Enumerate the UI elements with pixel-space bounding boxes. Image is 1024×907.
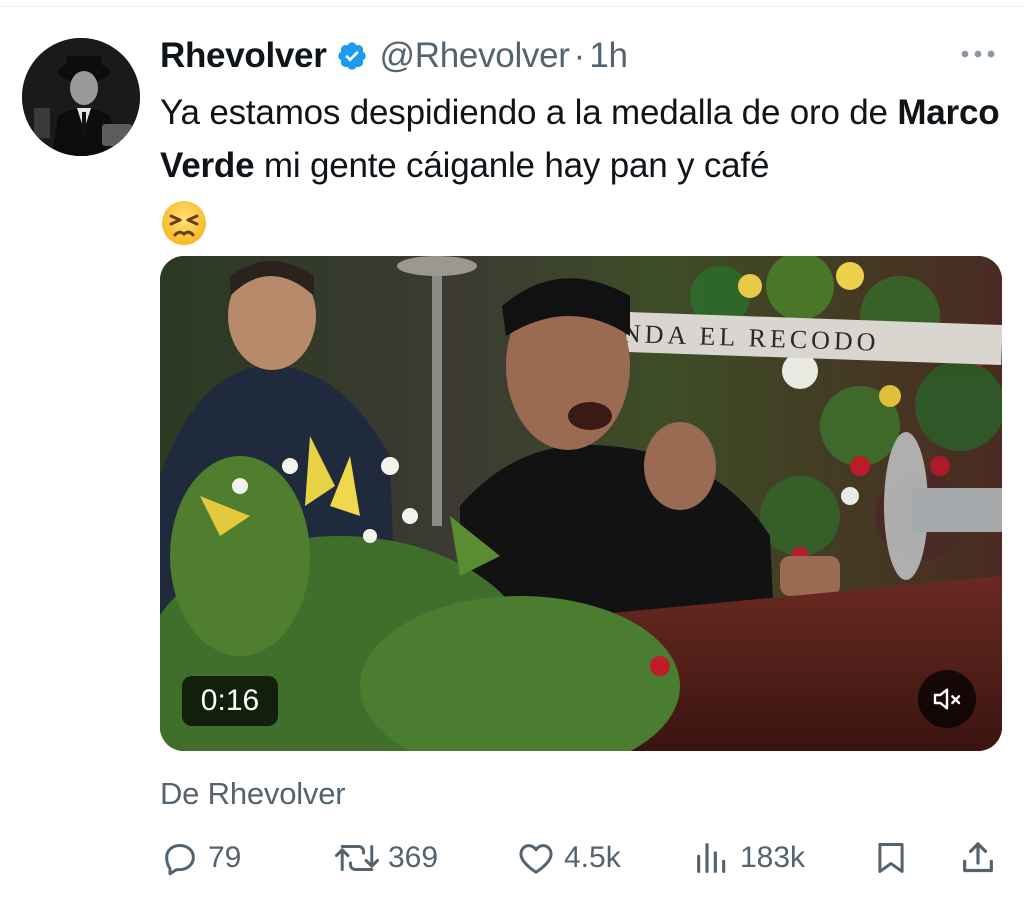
tweet-text: Ya estamos despidiendo a la medalla de o… bbox=[160, 86, 1010, 247]
mute-icon bbox=[933, 688, 961, 710]
tweet-header: Rhevolver @Rhevolver · 1h bbox=[160, 34, 628, 78]
avatar-image bbox=[22, 38, 140, 156]
like-icon bbox=[519, 844, 553, 874]
bookmark-icon bbox=[878, 843, 904, 873]
reply-button[interactable]: 79 bbox=[160, 830, 241, 886]
verified-badge-icon bbox=[337, 42, 366, 70]
display-name[interactable]: Rhevolver bbox=[160, 36, 327, 76]
avatar[interactable] bbox=[22, 38, 140, 156]
timestamp[interactable]: 1h bbox=[589, 36, 628, 76]
like-count: 4.5k bbox=[564, 841, 621, 874]
action-bar: 79 369 4.5k 183k bbox=[0, 830, 1024, 886]
more-button[interactable] bbox=[958, 40, 998, 68]
bookmark-button[interactable] bbox=[872, 830, 910, 886]
video-frame: NDA EL RECODO bbox=[160, 256, 1002, 751]
tweet-text-part2: mi gente cáiganle hay pan y café bbox=[254, 146, 770, 185]
separator-dot: · bbox=[573, 36, 586, 75]
like-button[interactable]: 4.5k bbox=[516, 830, 621, 886]
user-handle[interactable]: @Rhevolver bbox=[380, 36, 570, 76]
repost-button[interactable]: 369 bbox=[334, 830, 438, 886]
video-player[interactable]: NDA EL RECODO bbox=[160, 256, 1002, 751]
source-attribution[interactable]: De Rhevolver bbox=[160, 776, 346, 812]
persevering-face-emoji-icon bbox=[162, 200, 206, 245]
tweet-text-part1: Ya estamos despidiendo a la medalla de o… bbox=[160, 93, 898, 132]
mute-button[interactable] bbox=[918, 670, 976, 728]
reply-count: 79 bbox=[208, 841, 242, 874]
more-icon bbox=[961, 50, 995, 58]
views-icon bbox=[697, 843, 726, 873]
repost-icon bbox=[334, 845, 380, 871]
views-button[interactable]: 183k bbox=[692, 830, 805, 886]
top-divider bbox=[0, 6, 1024, 7]
reply-icon bbox=[165, 844, 195, 876]
repost-count: 369 bbox=[388, 841, 439, 874]
share-button[interactable] bbox=[958, 830, 998, 886]
video-duration: 0:16 bbox=[182, 676, 278, 726]
share-icon bbox=[963, 842, 993, 873]
views-count: 183k bbox=[740, 841, 806, 874]
